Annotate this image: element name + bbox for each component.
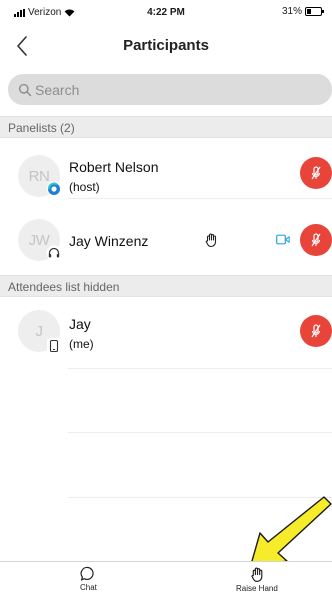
mute-toggle-button[interactable] [300,315,332,347]
participant-row-jay-winzenz[interactable]: JW Jay Winzenz [0,212,332,268]
mute-toggle-button[interactable] [300,157,332,189]
chat-tab-label: Chat [80,583,97,592]
participant-row-robert-nelson[interactable]: RN Robert Nelson (host) [0,142,332,198]
raise-hand-icon [251,567,263,582]
mic-muted-icon [311,166,321,180]
participant-name: Robert Nelson [69,159,159,175]
mic-muted-icon [311,233,321,247]
status-bar: Verizon 4:22 PM 31% [0,0,332,22]
raise-hand-button[interactable]: Raise Hand [236,566,278,593]
battery-icon [305,7,324,16]
status-right: 31% [281,6,324,17]
participant-role: (me) [69,337,94,351]
search-input[interactable]: Search [8,74,332,105]
participant-row-jay-me[interactable]: J Jay (me) [0,302,332,358]
participant-role: (host) [69,180,100,194]
attendees-section-header: Attendees list hidden [0,275,332,297]
chat-tab-button[interactable]: Chat [80,566,97,592]
chat-bubble-icon [81,566,95,581]
mobile-phone-icon [47,338,61,354]
panelists-section-header: Panelists (2) [0,116,332,138]
participant-name: Jay Winzenz [69,233,149,249]
search-icon [18,83,32,96]
row-divider [68,432,332,433]
video-icon[interactable] [276,234,290,245]
battery-percent: 31% [281,6,302,17]
row-divider [68,497,332,498]
host-badge-icon [46,181,62,197]
row-divider [68,368,332,369]
mute-toggle-button[interactable] [300,224,332,256]
row-divider [68,198,332,199]
participant-name: Jay [69,316,91,332]
page-title: Participants [123,37,209,54]
nav-header: Participants [0,24,332,68]
search-placeholder: Search [35,81,80,98]
headset-icon [46,245,62,261]
mic-muted-icon [311,324,321,338]
raised-hand-icon [205,233,217,248]
raise-hand-label: Raise Hand [236,584,278,593]
bottom-tab-bar: Chat Raise Hand [0,561,332,598]
